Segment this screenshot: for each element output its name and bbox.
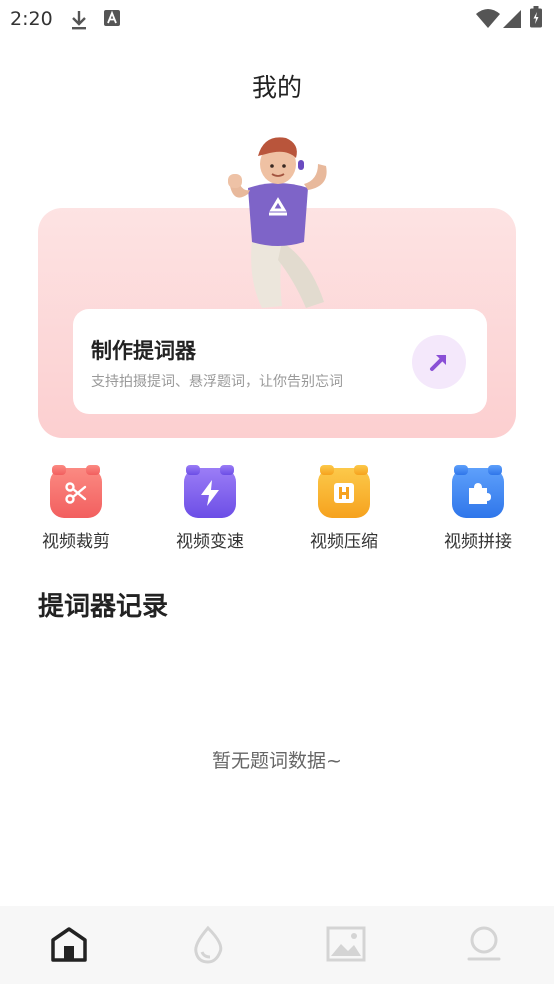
tool-label: 视频变速 xyxy=(176,532,244,552)
tool-label: 视频裁剪 xyxy=(42,532,110,552)
puzzle-icon xyxy=(469,483,491,504)
records-title: 提词器记录 xyxy=(38,592,169,622)
a-notification-icon xyxy=(104,10,120,26)
signal-icon xyxy=(503,10,521,28)
image-icon xyxy=(326,926,366,962)
records-empty-text: 暂无题词数据~ xyxy=(212,750,342,772)
download-icon xyxy=(72,11,86,30)
tool-icon-bg xyxy=(50,465,102,518)
nav-gallery[interactable] xyxy=(324,922,368,966)
page: 2:20 我的 制作提词器 支持拍摄提词、悬浮题词，让你告别忘词 视频裁剪 视频… xyxy=(0,0,554,984)
waving-character-illustration xyxy=(228,137,327,308)
nav-discover[interactable] xyxy=(186,922,230,966)
status-bar: 2:20 xyxy=(0,0,554,40)
scissors-icon xyxy=(65,482,87,504)
bottom-nav xyxy=(0,906,554,984)
status-time: 2:20 xyxy=(10,8,53,30)
tool-icon-bg xyxy=(184,465,236,518)
tool-video-compress[interactable]: 视频压缩 xyxy=(294,465,394,552)
home-icon xyxy=(51,927,87,962)
make-teleprompter-subtitle: 支持拍摄提词、悬浮题词，让你告别忘词 xyxy=(91,374,343,390)
tool-label: 视频压缩 xyxy=(310,532,378,552)
tool-video-speed[interactable]: 视频变速 xyxy=(160,465,260,552)
compress-icon xyxy=(334,483,354,503)
lightning-icon xyxy=(201,480,219,506)
nav-profile[interactable] xyxy=(462,922,506,966)
tool-icon-bg xyxy=(452,465,504,518)
wifi-icon xyxy=(476,9,500,28)
tool-icon-bg xyxy=(318,465,370,518)
make-teleprompter-card[interactable]: 制作提词器 支持拍摄提词、悬浮题词，让你告别忘词 xyxy=(73,309,487,414)
make-teleprompter-go-button[interactable] xyxy=(412,335,466,389)
profile-icon xyxy=(467,926,501,961)
tool-video-crop[interactable]: 视频裁剪 xyxy=(26,465,126,552)
tool-label: 视频拼接 xyxy=(444,532,512,552)
nav-home[interactable] xyxy=(47,922,91,966)
make-teleprompter-title: 制作提词器 xyxy=(91,339,196,363)
arrow-up-right-icon xyxy=(430,355,446,371)
page-title: 我的 xyxy=(251,73,302,102)
drop-icon xyxy=(194,925,223,964)
video-tools: 视频裁剪 视频变速 视频压缩 视频拼接 xyxy=(0,465,554,558)
tool-video-merge[interactable]: 视频拼接 xyxy=(428,465,528,552)
battery-icon xyxy=(530,6,542,28)
